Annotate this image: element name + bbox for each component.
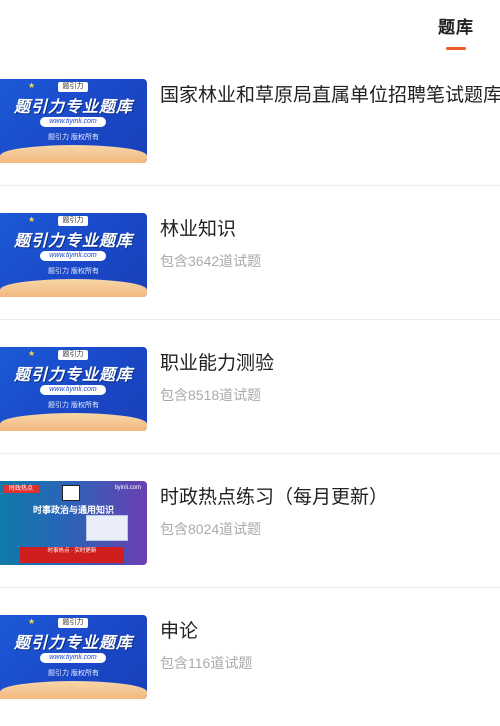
item-title: 国家林业和草原局直属单位招聘笔试题库: [160, 85, 500, 106]
news-banner: 时事热点 · 实时更新: [20, 547, 124, 563]
item-title: 林业知识: [160, 219, 237, 240]
list-item[interactable]: ★ 题引力 题引力专业题库 www.tiyinli.com 题引力 版权所有 林…: [0, 186, 500, 320]
list-item[interactable]: 时政热点 tiyinli.com 时事政治与通用知识 时事热点 · 实时更新 时…: [0, 454, 500, 588]
thumbnail-headline: 题引力专业题库: [13, 99, 133, 116]
star-icon: ★: [28, 349, 36, 358]
tab-active-indicator: [446, 47, 466, 50]
item-question-count: 包含3642道试题: [160, 253, 262, 269]
logo-badge: 题引力: [58, 82, 88, 92]
logo-badge: 题引力: [58, 618, 88, 628]
item-thumbnail: 时政热点 tiyinli.com 时事政治与通用知识 时事热点 · 实时更新: [0, 481, 147, 565]
item-title: 申论: [160, 621, 199, 642]
thumbnail-headline: 题引力专业题库: [13, 635, 133, 652]
tab-label: 题库: [438, 18, 474, 37]
item-question-count: 包含116道试题: [160, 655, 253, 671]
list-item[interactable]: ★ 题引力 题引力专业题库 www.tiyinli.com 题引力 版权所有 申…: [0, 588, 500, 721]
item-thumbnail: ★ 题引力 题引力专业题库 www.tiyinli.com 题引力 版权所有: [0, 213, 147, 297]
thumbnail-sub: 题引力 版权所有: [48, 134, 99, 141]
thumbnail-wave: [0, 279, 147, 297]
thumbnail-sub: 题引力 版权所有: [48, 402, 99, 409]
thumbnail-sub: 题引力 版权所有: [48, 268, 99, 275]
star-icon: ★: [28, 617, 36, 626]
item-thumbnail: ★ 题引力 题引力专业题库 www.tiyinli.com 题引力 版权所有: [0, 79, 147, 163]
logo-badge: 题引力: [58, 350, 88, 360]
news-site: tiyinli.com: [114, 485, 141, 491]
thumbnail-headline: 题引力专业题库: [13, 367, 133, 384]
item-question-count: 包含8024道试题: [160, 521, 262, 537]
qr-code-icon: [62, 485, 80, 501]
item-title: 时政热点练习（每月更新）: [160, 487, 389, 508]
thumbnail-url: www.tiyinli.com: [40, 251, 106, 261]
item-question-count: 包含8518道试题: [160, 387, 262, 403]
thumbnail-headline: 题引力专业题库: [13, 233, 133, 250]
star-icon: ★: [28, 215, 36, 224]
thumbnail-url: www.tiyinli.com: [40, 653, 106, 663]
monitor-icon: [86, 515, 128, 541]
thumbnail-wave: [0, 145, 147, 163]
list-item[interactable]: ★ 题引力 题引力专业题库 www.tiyinli.com 题引力 版权所有 职…: [0, 320, 500, 454]
item-thumbnail: ★ 题引力 题引力专业题库 www.tiyinli.com 题引力 版权所有: [0, 615, 147, 699]
thumbnail-wave: [0, 681, 147, 699]
logo-badge: 题引力: [58, 216, 88, 226]
thumbnail-url: www.tiyinli.com: [40, 117, 106, 127]
question-bank-list: ★ 题引力 题引力专业题库 www.tiyinli.com 题引力 版权所有 国…: [0, 52, 500, 721]
news-tag: 时政热点: [3, 485, 39, 493]
tab-question-bank[interactable]: 题库: [436, 13, 476, 50]
thumbnail-wave: [0, 413, 147, 431]
thumbnail-url: www.tiyinli.com: [40, 385, 106, 395]
item-title: 职业能力测验: [160, 353, 275, 374]
list-item[interactable]: ★ 题引力 题引力专业题库 www.tiyinli.com 题引力 版权所有 国…: [0, 52, 500, 186]
star-icon: ★: [28, 81, 36, 90]
item-thumbnail: ★ 题引力 题引力专业题库 www.tiyinli.com 题引力 版权所有: [0, 347, 147, 431]
thumbnail-sub: 题引力 版权所有: [48, 670, 99, 677]
